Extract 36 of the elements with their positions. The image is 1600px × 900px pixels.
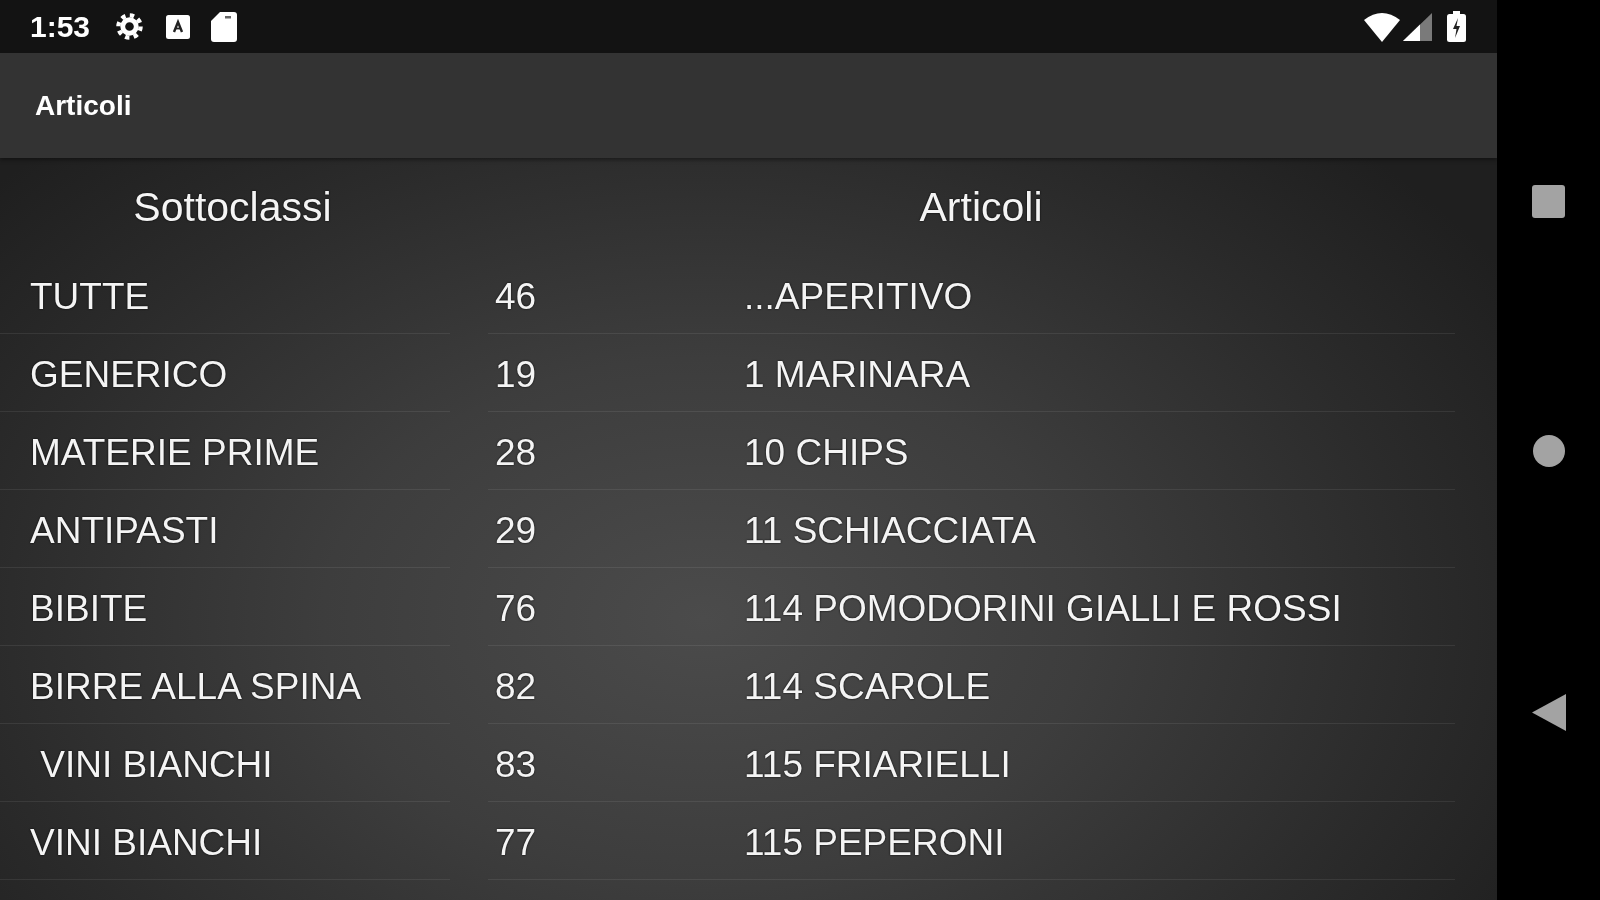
article-number[interactable]: 19 xyxy=(495,353,537,396)
subclass-item[interactable]: TUTTE xyxy=(0,256,450,334)
article-number[interactable]: 77 xyxy=(495,821,537,864)
article-name[interactable]: 10 CHIPS xyxy=(744,431,909,474)
sd-card-icon xyxy=(211,11,238,42)
column-heading: Articoli xyxy=(919,183,1043,231)
article-name[interactable]: 115 FRIARIELLI xyxy=(744,743,1011,786)
article-number[interactable]: 82 xyxy=(495,665,537,708)
app-title: Articoli xyxy=(35,89,132,122)
article-name[interactable]: 115 PEPERONI xyxy=(744,821,1005,864)
back-icon[interactable] xyxy=(1531,694,1566,731)
article-name[interactable]: 1 MARINARA xyxy=(744,353,971,396)
wifi-icon xyxy=(1364,11,1400,42)
subclass-item[interactable]: BIRRE ALLA SPINA xyxy=(0,646,450,724)
column-heading: Sottoclassi xyxy=(133,183,332,231)
settings-icon xyxy=(116,13,144,40)
article-name[interactable]: 114 SCAROLE xyxy=(744,665,991,708)
article-name[interactable]: ...APERITIVO xyxy=(744,275,973,318)
article-number[interactable]: 83 xyxy=(495,743,537,786)
subclass-item[interactable]: MATERIE PRIME xyxy=(0,412,450,490)
article-name[interactable]: 11 SCHIACCIATA xyxy=(744,509,1036,552)
subclass-item[interactable]: BIBITE xyxy=(0,568,450,646)
article-number[interactable]: 76 xyxy=(495,587,537,630)
battery-charging-icon xyxy=(1447,11,1466,42)
signal-icon xyxy=(1403,12,1432,41)
subclass-item[interactable]: VINI BIANCHI xyxy=(0,802,450,880)
home-icon[interactable] xyxy=(1532,435,1565,467)
subclass-item[interactable]: GENERICO xyxy=(0,334,450,412)
status-time: 1:53 xyxy=(30,9,91,44)
app-notification-icon xyxy=(166,14,191,39)
article-number[interactable]: 29 xyxy=(495,509,537,552)
subclass-item[interactable]: VINI BIANCHI xyxy=(0,724,450,802)
article-name[interactable]: 114 POMODORINI GIALLI E ROSSI xyxy=(744,587,1342,630)
article-number[interactable]: 28 xyxy=(495,431,537,474)
article-number[interactable]: 46 xyxy=(495,275,537,318)
subclass-item[interactable]: ANTIPASTI xyxy=(0,490,450,568)
